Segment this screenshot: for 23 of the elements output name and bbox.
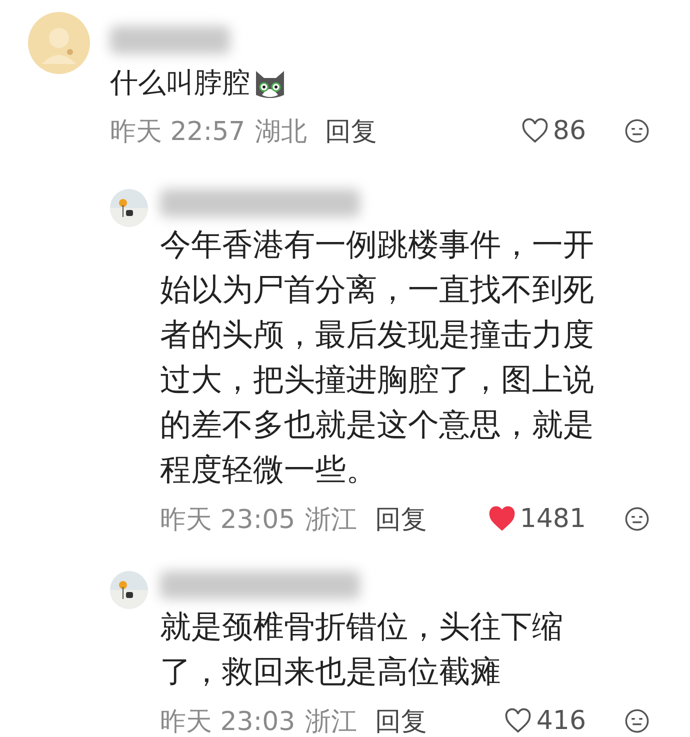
comment-location: 浙江 <box>305 706 358 737</box>
reply-button[interactable]: 回复 <box>367 502 428 536</box>
heart-icon[interactable] <box>488 506 516 532</box>
heart-icon[interactable] <box>520 118 549 144</box>
comment-time: 昨天 23:05 <box>160 504 296 536</box>
avatar[interactable] <box>110 189 148 227</box>
comment-location: 湖北 <box>255 116 308 148</box>
comment-time: 昨天 22:57 <box>110 116 246 148</box>
like-count: 416 <box>536 706 586 736</box>
reply-button[interactable]: 回复 <box>317 114 378 148</box>
comment-text: 什么叫脖腔 <box>110 65 250 101</box>
comment-text: 今年香港有一例跳楼事件，一开始以为尸首分离，一直找不到死者的头颅，最后发现是撞击力度过大，把头撞进胸腔了，图上说的差不多也就是这个意思，就是程度轻微一些。 <box>160 226 595 490</box>
comment-location: 浙江 <box>305 504 358 536</box>
comment-time: 昨天 23:03 <box>160 706 296 737</box>
like-count: 1481 <box>520 504 586 534</box>
neutral-face-icon[interactable] <box>624 118 650 144</box>
like-count: 86 <box>552 116 586 146</box>
comment-text: 就是颈椎骨折错位，头往下缩了，救回来也是高位截瘫 <box>160 608 564 692</box>
neutral-face-icon[interactable] <box>624 506 650 532</box>
reply-button[interactable]: 回复 <box>367 704 428 737</box>
neutral-face-icon[interactable] <box>624 708 650 734</box>
heart-icon[interactable] <box>504 708 532 734</box>
avatar[interactable] <box>110 571 148 609</box>
